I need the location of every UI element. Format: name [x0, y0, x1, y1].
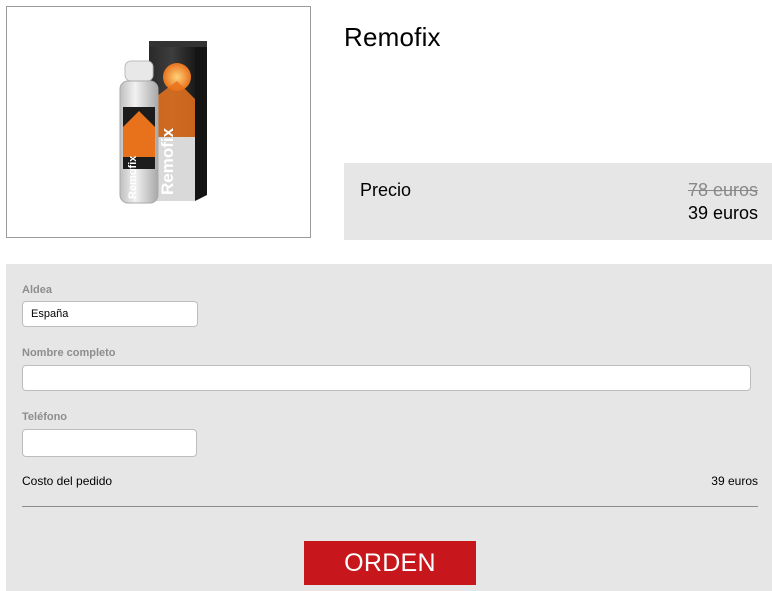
country-field[interactable] — [22, 301, 198, 327]
order-form: Aldea Nombre completo Teléfono Costo del… — [6, 264, 772, 591]
divider — [22, 506, 758, 507]
new-price: 39 euros — [687, 203, 758, 223]
price-label: Precio — [360, 180, 412, 200]
product-illustration — [119, 41, 207, 204]
bottle-brand-text: Remofix — [127, 155, 139, 199]
product-image: Remofix Remofix — [6, 6, 311, 238]
country-label: Aldea — [22, 284, 52, 296]
full-name-field[interactable] — [22, 365, 751, 391]
phone-label: Teléfono — [22, 411, 68, 423]
old-price: 78 euros — [687, 180, 758, 200]
price-panel: Precio 78 euros 39 euros — [344, 163, 772, 240]
full-name-label: Nombre completo — [22, 347, 116, 359]
order-cost-value: 39 euros — [711, 474, 758, 488]
box-brand-text: Remofix — [158, 127, 177, 195]
product-title: Remofix — [344, 22, 441, 52]
order-button[interactable]: ORDEN — [304, 541, 476, 585]
phone-field[interactable] — [22, 429, 197, 457]
order-cost-label: Costo del pedido — [22, 474, 113, 488]
